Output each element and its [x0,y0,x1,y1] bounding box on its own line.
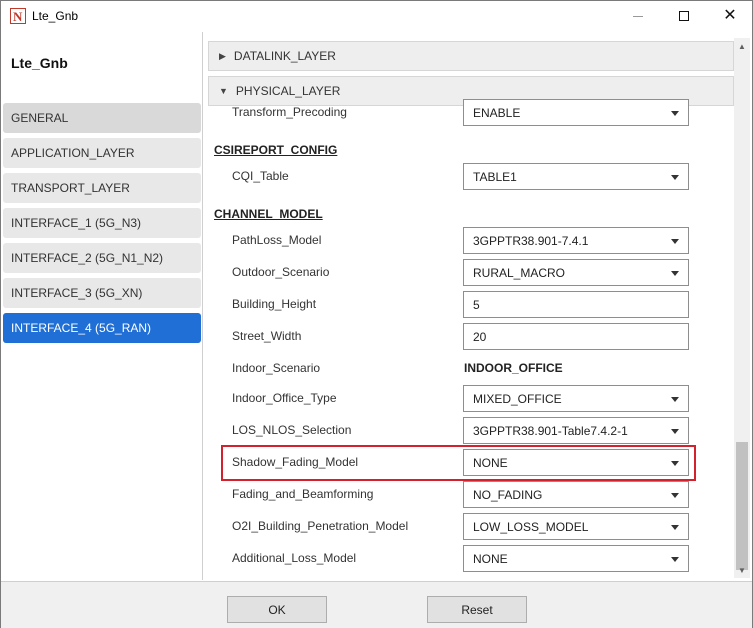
select-value: NO_FADING [473,487,543,502]
chevron-down-icon [671,429,679,434]
expand-right-icon: ▶ [219,50,226,61]
transform-precoding-select[interactable]: ENABLE [463,99,689,126]
dialog-window: N Lte_Gnb ✕ Lte_Gnb GENERAL APPLICATION_… [0,0,753,628]
chevron-down-icon [671,557,679,562]
building-height-input[interactable]: 5 [463,291,689,318]
collapse-down-icon: ▼ [219,86,228,96]
sidebar-item-label: TRANSPORT_LAYER [11,181,130,195]
sidebar-item-label: INTERFACE_3 (5G_XN) [11,286,143,300]
select-value: RURAL_MACRO [473,265,566,280]
sidebar-item-general[interactable]: GENERAL [3,103,201,133]
cqi-table-select[interactable]: TABLE1 [463,163,689,190]
maximize-icon [679,11,689,21]
indoor-scenario-value: INDOOR_OFFICE [464,361,563,375]
chevron-down-icon [671,461,679,466]
sidebar: Lte_Gnb GENERAL APPLICATION_LAYER TRANSP… [1,32,203,580]
sidebar-item-label: APPLICATION_LAYER [11,146,135,160]
sidebar-item-interface-3[interactable]: INTERFACE_3 (5G_XN) [3,278,201,308]
fading-and-beamforming-label: Fading_and_Beamforming [232,487,374,501]
title-bar: N Lte_Gnb ✕ [1,1,752,31]
indoor-scenario-label: Indoor_Scenario [232,361,321,375]
fading-and-beamforming-select[interactable]: NO_FADING [463,481,689,508]
vertical-scrollbar[interactable]: ▲ ▼ [734,38,750,578]
group-label-channel-model: CHANNEL_MODEL [214,207,323,221]
sidebar-item-label: INTERFACE_2 (5G_N1_N2) [11,251,164,265]
properties-panel: ▶ DATALINK_LAYER ▼ PHYSICAL_LAYER Transf… [205,38,750,578]
select-value: LOW_LOSS_MODEL [473,519,589,534]
sidebar-item-transport-layer[interactable]: TRANSPORT_LAYER [3,173,201,203]
indoor-office-type-select[interactable]: MIXED_OFFICE [463,385,689,412]
street-width-label: Street_Width [232,329,302,343]
additional-loss-model-label: Additional_Loss_Model [232,551,357,565]
select-value: NONE [473,551,508,566]
cqi-table-label: CQI_Table [232,169,289,183]
select-value: 3GPPTR38.901-Table7.4.2-1 [473,423,628,438]
additional-loss-model-select[interactable]: NONE [463,545,689,572]
transform-precoding-label: Transform_Precoding [232,105,347,119]
pathloss-model-label: PathLoss_Model [232,233,322,247]
reset-button[interactable]: Reset [427,596,527,623]
device-title: Lte_Gnb [11,55,68,71]
indoor-office-type-label: Indoor_Office_Type [232,391,337,405]
select-value: 3GPPTR38.901-7.4.1 [473,233,589,248]
chevron-down-icon [671,397,679,402]
chevron-down-icon [671,493,679,498]
chevron-down-icon [671,525,679,530]
los-nlos-selection-select[interactable]: 3GPPTR38.901-Table7.4.2-1 [463,417,689,444]
shadow-fading-model-label: Shadow_Fading_Model [232,455,359,469]
ok-button[interactable]: OK [227,596,327,623]
select-value: ENABLE [473,105,521,120]
o2i-building-penetration-select[interactable]: LOW_LOSS_MODEL [463,513,689,540]
app-logo-icon: N [10,8,26,24]
section-label: DATALINK_LAYER [233,49,336,63]
section-label: PHYSICAL_LAYER [235,84,341,98]
select-value: MIXED_OFFICE [473,391,562,406]
sidebar-item-label: INTERFACE_4 (5G_RAN) [11,321,152,335]
select-value: TABLE1 [473,169,517,184]
o2i-building-penetration-label: O2I_Building_Penetration_Model [232,519,409,533]
minimize-button[interactable] [615,1,661,31]
chevron-down-icon [671,111,679,116]
scroll-up-icon[interactable]: ▲ [734,38,750,54]
sidebar-item-label: INTERFACE_1 (5G_N3) [11,216,142,230]
sidebar-item-interface-4[interactable]: INTERFACE_4 (5G_RAN) [3,313,201,343]
chevron-down-icon [671,239,679,244]
section-datalink-layer[interactable]: ▶ DATALINK_LAYER [208,41,734,71]
street-width-input[interactable]: 20 [463,323,689,350]
pathloss-model-select[interactable]: 3GPPTR38.901-7.4.1 [463,227,689,254]
chevron-down-icon [671,271,679,276]
scroll-down-icon[interactable]: ▼ [734,562,750,578]
close-button[interactable]: ✕ [707,1,753,31]
minimize-icon [633,15,643,17]
outdoor-scenario-select[interactable]: RURAL_MACRO [463,259,689,286]
los-nlos-selection-label: LOS_NLOS_Selection [232,423,352,437]
chevron-down-icon [671,175,679,180]
group-label-csireport-config: CSIREPORT_CONFIG [214,143,338,157]
shadow-fading-model-select[interactable]: NONE [463,449,689,476]
sidebar-item-interface-2[interactable]: INTERFACE_2 (5G_N1_N2) [3,243,201,273]
sidebar-item-label: GENERAL [11,111,69,125]
maximize-button[interactable] [661,1,707,31]
sidebar-item-application-layer[interactable]: APPLICATION_LAYER [3,138,201,168]
scrollbar-thumb[interactable] [736,442,748,570]
select-value: NONE [473,455,508,470]
window-title: Lte_Gnb [32,9,79,23]
close-icon: ✕ [723,7,737,24]
sidebar-item-interface-1[interactable]: INTERFACE_1 (5G_N3) [3,208,201,238]
building-height-label: Building_Height [232,297,317,311]
dialog-button-bar: OK Reset [1,581,752,628]
outdoor-scenario-label: Outdoor_Scenario [232,265,330,279]
properties-scroll-area[interactable]: ▶ DATALINK_LAYER ▼ PHYSICAL_LAYER Transf… [205,38,734,578]
